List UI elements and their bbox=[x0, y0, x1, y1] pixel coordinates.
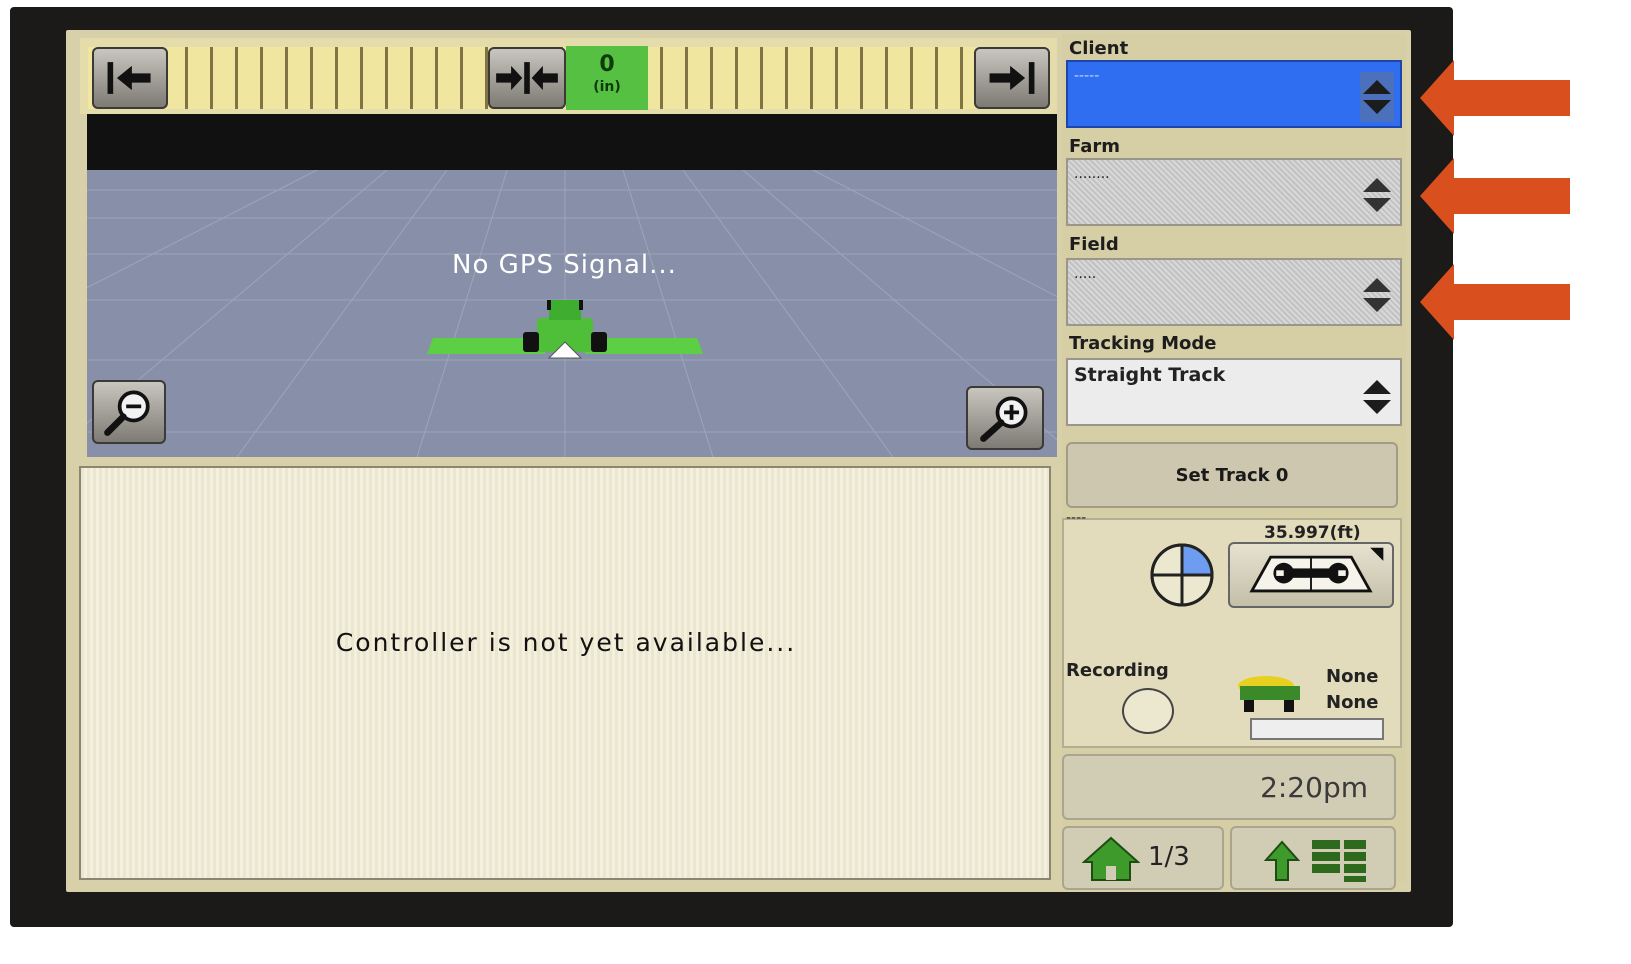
zoom-out-icon bbox=[104, 390, 150, 436]
up-down-arrows-icon bbox=[1360, 72, 1394, 122]
home-button[interactable]: 1/3 bbox=[1062, 826, 1224, 890]
field-label: Field bbox=[1069, 234, 1119, 255]
offset-value: 0 bbox=[599, 52, 615, 77]
page-indicator: 1/3 bbox=[1148, 842, 1190, 872]
annotation-arrow-farm bbox=[1420, 158, 1570, 234]
up-down-arrows-icon bbox=[1363, 278, 1391, 312]
implement-width: 35.997(ft) bbox=[1264, 523, 1361, 543]
wrench-book-icon bbox=[1249, 547, 1384, 593]
zoom-out-button[interactable] bbox=[92, 380, 166, 444]
recording-indicator[interactable] bbox=[1122, 688, 1174, 734]
arrow-to-right-icon bbox=[989, 62, 1035, 94]
home-icon bbox=[1082, 836, 1140, 881]
field-selector[interactable]: ..... bbox=[1066, 258, 1402, 326]
recenter-button[interactable] bbox=[488, 47, 566, 109]
zoom-in-icon bbox=[980, 396, 1028, 442]
controller-panel: Controller is not yet available... bbox=[79, 466, 1051, 880]
tracking-mode-selector[interactable]: Straight Track bbox=[1066, 358, 1402, 426]
client-label: Client bbox=[1069, 38, 1129, 59]
farm-value: ........ bbox=[1074, 166, 1110, 182]
farm-selector[interactable]: ........ bbox=[1066, 158, 1402, 226]
map-header-bar bbox=[87, 114, 1057, 170]
tracking-mode-value: Straight Track bbox=[1074, 364, 1226, 386]
offset-unit: (in) bbox=[593, 79, 621, 95]
up-down-arrows-icon bbox=[1363, 178, 1391, 212]
gps-status-message: No GPS Signal... bbox=[452, 250, 677, 280]
tracking-mode-label: Tracking Mode bbox=[1069, 333, 1217, 354]
progress-bar bbox=[1250, 718, 1384, 740]
field-value: ..... bbox=[1074, 266, 1097, 282]
implement-status-2: None bbox=[1326, 692, 1379, 713]
status-dashes: ---- bbox=[1066, 510, 1087, 526]
layout-menu-button[interactable] bbox=[1230, 826, 1396, 890]
clock: 2:20pm bbox=[1062, 754, 1396, 820]
client-value: ----- bbox=[1074, 68, 1100, 84]
center-arrows-icon bbox=[496, 62, 558, 94]
offset-readout: 0 (in) bbox=[566, 46, 648, 110]
up-down-arrows-icon bbox=[1363, 380, 1391, 414]
implement-status-1: None bbox=[1326, 666, 1379, 687]
shift-right-button[interactable] bbox=[974, 47, 1050, 109]
gps-quadrant-icon bbox=[1150, 543, 1214, 607]
annotation-arrow-field bbox=[1420, 264, 1570, 340]
diagnostics-button[interactable] bbox=[1228, 542, 1394, 608]
client-selector[interactable]: ----- bbox=[1066, 60, 1402, 128]
implement-icon bbox=[1238, 676, 1300, 712]
shift-left-button[interactable] bbox=[92, 47, 168, 109]
zoom-in-button[interactable] bbox=[966, 386, 1044, 450]
up-arrow-grid-icon bbox=[1263, 840, 1366, 882]
tractor-icon bbox=[427, 300, 703, 359]
annotation-arrow-client bbox=[1420, 60, 1570, 136]
recording-label: Recording bbox=[1066, 660, 1169, 681]
controller-status-message: Controller is not yet available... bbox=[335, 628, 797, 657]
guidance-map[interactable]: No GPS Signal... bbox=[87, 170, 1057, 457]
farm-label: Farm bbox=[1069, 136, 1121, 157]
set-track-button[interactable]: Set Track 0 bbox=[1066, 442, 1398, 508]
arrow-to-left-icon bbox=[107, 62, 151, 94]
